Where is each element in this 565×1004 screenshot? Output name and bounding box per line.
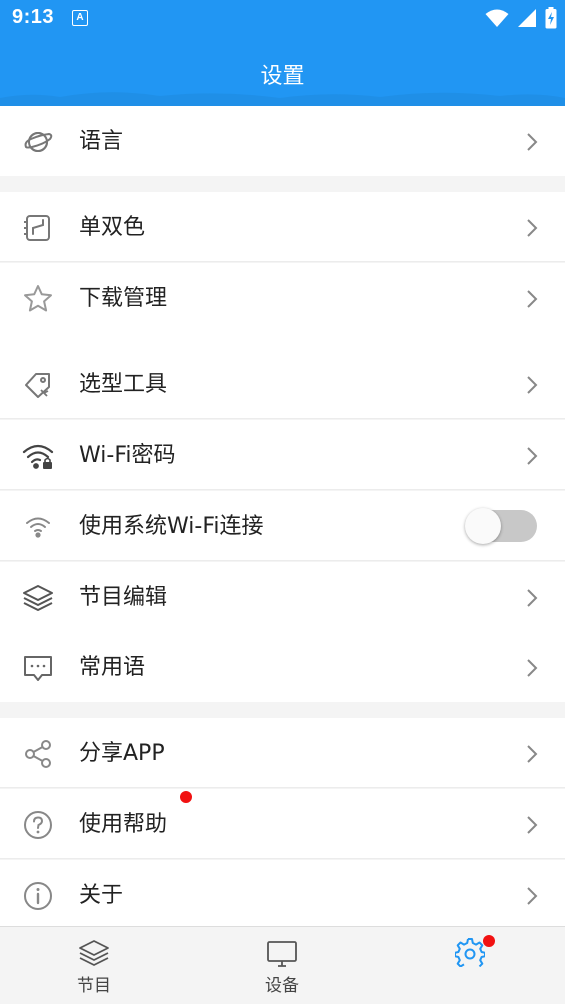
wifi-icon (485, 9, 509, 27)
bottom-tab-bar: 节目 设备 (0, 926, 565, 1004)
settings-item-label: 选型工具 (79, 372, 168, 397)
tab-label: 设备 (265, 976, 299, 996)
monitor-icon (267, 941, 297, 967)
settings-item-common-phrases[interactable]: 常用语 (0, 632, 565, 702)
signal-icon (518, 9, 536, 27)
help-icon (22, 809, 54, 841)
chevron-right-icon (527, 133, 538, 151)
star-icon (22, 283, 54, 315)
chevron-right-icon (527, 447, 538, 465)
settings-item-wifi-password[interactable]: Wi-Fi密码 (0, 420, 565, 490)
share-icon (22, 738, 54, 770)
divider (0, 418, 565, 419)
chevron-right-icon (527, 745, 538, 763)
settings-badge-dot (483, 935, 495, 947)
notification-icon: A (72, 10, 88, 26)
settings-item-program-edit[interactable]: 节目编辑 (0, 562, 565, 632)
divider (0, 858, 565, 859)
title-bar: 设置 (0, 36, 565, 106)
chevron-right-icon (527, 589, 538, 607)
system-wifi-toggle[interactable] (465, 508, 537, 544)
toggle-knob (465, 508, 501, 544)
tag-icon (22, 369, 54, 401)
layers-icon (22, 582, 54, 614)
tab-devices[interactable]: 设备 (188, 927, 376, 1004)
help-badge-dot (180, 791, 192, 803)
system-icons (485, 7, 557, 29)
settings-item-about[interactable]: 关于 (0, 860, 565, 926)
settings-item-help[interactable]: 使用帮助 (0, 789, 565, 859)
chevron-right-icon (527, 887, 538, 905)
chevron-right-icon (527, 816, 538, 834)
status-time: 9:13 (12, 6, 55, 28)
settings-item-label: 常用语 (79, 655, 146, 680)
chevron-right-icon (527, 290, 538, 308)
tab-label: 节目 (77, 976, 111, 996)
tab-settings[interactable] (376, 927, 564, 1004)
header-decoration (0, 92, 565, 106)
tab-programs[interactable]: 节目 (0, 927, 188, 1004)
settings-item-label: Wi-Fi密码 (79, 443, 176, 468)
settings-item-label: 节目编辑 (79, 585, 168, 610)
message-icon (22, 652, 54, 684)
settings-item-selection-tool[interactable]: 选型工具 (0, 349, 565, 419)
wifi-lock-icon (22, 440, 54, 472)
chevron-right-icon (527, 659, 538, 677)
settings-item-label: 使用系统Wi-Fi连接 (79, 514, 264, 539)
info-icon (22, 880, 54, 912)
color-mode-icon (22, 212, 54, 244)
settings-item-label: 单双色 (79, 215, 146, 240)
divider (0, 787, 565, 788)
settings-item-download-manager[interactable]: 下载管理 (0, 263, 565, 349)
settings-item-share-app[interactable]: 分享APP (0, 718, 565, 788)
settings-item-label: 分享APP (79, 741, 165, 766)
layers-icon (79, 940, 109, 966)
settings-item-system-wifi: 使用系统Wi-Fi连接 (0, 491, 565, 561)
settings-item-label: 使用帮助 (79, 812, 168, 837)
settings-gear-icon (455, 938, 485, 967)
divider (0, 560, 565, 561)
divider (0, 489, 565, 490)
chevron-right-icon (527, 219, 538, 237)
wifi-icon (22, 511, 54, 543)
battery-charging-icon (545, 7, 557, 29)
planet-icon (22, 126, 54, 158)
settings-list: 语言 单双色 下载管理 选型工具 Wi-Fi密码 使用系统Wi-Fi连接 节目编… (0, 106, 565, 926)
chevron-right-icon (527, 376, 538, 394)
settings-item-label: 下载管理 (79, 286, 168, 311)
settings-item-label: 语言 (79, 129, 124, 154)
settings-item-color-mode[interactable]: 单双色 (0, 192, 565, 262)
status-bar: 9:13 A (0, 0, 565, 36)
settings-item-label: 关于 (79, 883, 124, 908)
divider (0, 261, 565, 262)
settings-item-language[interactable]: 语言 (0, 106, 565, 176)
